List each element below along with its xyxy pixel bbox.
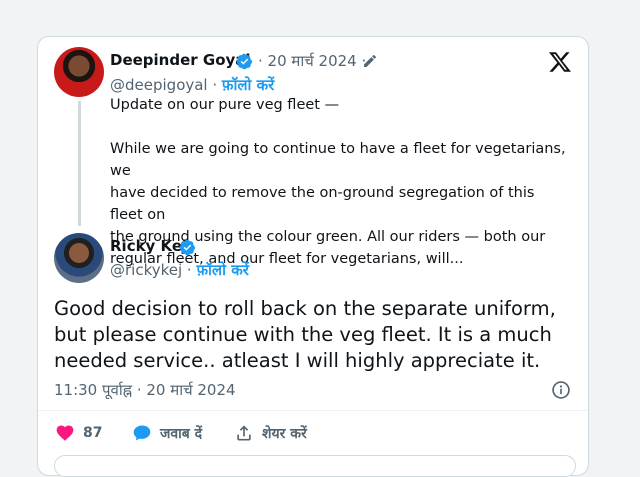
reply-tweet-text: Good decision to roll back on the separa… xyxy=(54,297,556,372)
x-logo-icon[interactable] xyxy=(547,50,573,74)
quoted-tweet-date[interactable]: · 20 मार्च 2024 · xyxy=(258,51,366,71)
quoted-author-handle-line: @deepigoyal · फ़ॉलो करें xyxy=(110,75,274,95)
actions-divider xyxy=(38,410,588,411)
quoted-line-1: Update on our pure veg fleet — xyxy=(110,97,340,113)
share-label: शेयर करें xyxy=(262,425,307,442)
heart-icon xyxy=(56,425,74,441)
reply-label: जवाब दें xyxy=(160,425,203,442)
like-button[interactable]: 87 xyxy=(55,423,102,443)
share-icon xyxy=(237,425,251,441)
share-button[interactable]: शेयर करें xyxy=(234,423,307,443)
reply-author-name[interactable]: Ricky Kej xyxy=(110,237,187,255)
verified-badge-icon xyxy=(179,239,196,256)
reply-author-handle[interactable]: @rickykej · xyxy=(110,261,192,279)
thread-connector-line xyxy=(78,101,81,226)
like-count: 87 xyxy=(83,425,103,441)
quoted-line-3: have decided to remove the on-ground seg… xyxy=(110,185,535,223)
reply-bubble-icon xyxy=(133,425,151,441)
reply-author-handle-line: @rickykej · फ़ॉलो करें xyxy=(110,260,249,280)
quoted-author-handle[interactable]: @deepigoyal · xyxy=(110,76,217,94)
read-replies-button[interactable] xyxy=(54,455,576,477)
quoted-blank-line xyxy=(110,116,570,138)
avatar-ricky-kej[interactable] xyxy=(54,233,104,283)
follow-button-ricky[interactable]: फ़ॉलो करें xyxy=(196,261,248,279)
pencil-icon xyxy=(364,55,376,67)
info-icon[interactable] xyxy=(551,380,571,400)
verified-badge-icon xyxy=(236,53,253,70)
reply-button[interactable]: जवाब दें xyxy=(132,423,202,443)
quoted-author-name[interactable]: Deepinder Goyal xyxy=(110,51,251,69)
quoted-line-2: While we are going to continue to have a… xyxy=(110,141,566,179)
follow-button-deepinder[interactable]: फ़ॉलो करें xyxy=(222,76,274,94)
tweet-timestamp[interactable]: 11:30 पूर्वाह्न · 20 मार्च 2024 xyxy=(54,380,236,400)
avatar-deepinder-goyal[interactable] xyxy=(54,47,104,97)
top-strip xyxy=(0,0,640,8)
